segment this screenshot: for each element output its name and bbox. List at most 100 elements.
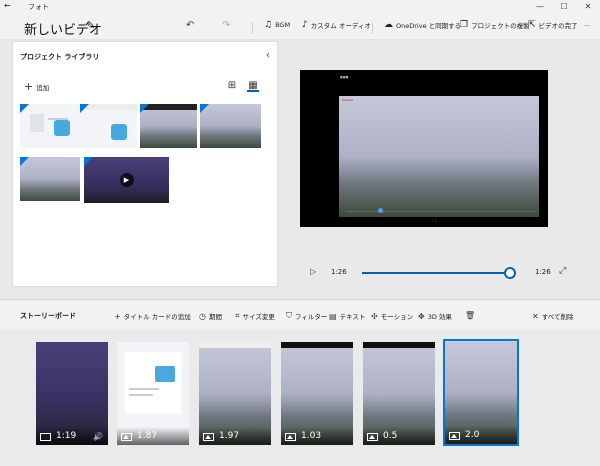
app-name: フォト bbox=[28, 3, 49, 11]
used-marker-icon bbox=[84, 157, 93, 166]
preview-header-strip: ■■■ bbox=[340, 75, 349, 79]
chevron-left-icon[interactable]: ‹ bbox=[266, 50, 270, 61]
clip-duration: 1.97 bbox=[219, 431, 240, 441]
library-item[interactable] bbox=[20, 104, 80, 148]
preview-progress bbox=[346, 211, 536, 212]
used-marker-icon bbox=[200, 104, 209, 113]
resize-icon: ⌗ bbox=[235, 311, 240, 320]
storyboard-clip[interactable]: 0.5 bbox=[363, 342, 435, 445]
library-item[interactable] bbox=[80, 104, 137, 148]
toolbar: 新しいビデオ ✎ ↶ ↷ ♫ BGM ♪ カスタム オーディオ ☁ OneDrive … bbox=[0, 14, 600, 40]
text-icon: ▤ bbox=[329, 311, 337, 321]
storyboard-clip[interactable]: 1.03 bbox=[281, 342, 353, 445]
used-marker-icon bbox=[20, 104, 29, 113]
doc-graphic bbox=[155, 366, 175, 382]
maximize-icon[interactable]: ☐ bbox=[552, 0, 576, 14]
duplicate-project-button[interactable]: ❐ プロジェクトの複製 bbox=[460, 20, 530, 30]
audio-person-icon: ♪ bbox=[302, 20, 308, 30]
pencil-icon[interactable]: ✎ bbox=[86, 19, 95, 32]
storyboard-clip[interactable]: 1.87 bbox=[117, 342, 189, 445]
onedrive-sync-button[interactable]: ☁ OneDrive と同期する bbox=[384, 20, 461, 30]
plus-icon: + bbox=[24, 80, 34, 93]
used-marker-icon bbox=[80, 104, 89, 113]
add-title-card-button[interactable]: + タイトル カードの追加 bbox=[114, 311, 191, 322]
redo-icon[interactable]: ↷ bbox=[222, 20, 230, 31]
close-icon[interactable]: ✕ bbox=[576, 0, 600, 14]
storyboard-toolbar: ストーリーボード + タイトル カードの追加 ◷ 期間 ⌗ サイズ変更 ⛉ フィルター … bbox=[0, 300, 600, 330]
doc-block bbox=[30, 114, 44, 132]
preview-red-text: ▬▬▬▬ bbox=[342, 98, 354, 102]
back-arrow-icon[interactable]: ← bbox=[4, 1, 11, 10]
doc-graphic bbox=[111, 124, 127, 140]
plus-icon: + bbox=[114, 311, 121, 321]
player-controls: ▷ 1:26 1:26 ⤢ bbox=[300, 264, 580, 282]
fullscreen-icon[interactable]: ⤢ bbox=[559, 266, 566, 276]
cloud-icon: ☁ bbox=[384, 20, 393, 30]
toolbar-divider bbox=[372, 22, 373, 34]
small-grid-view-icon[interactable]: ▦ bbox=[247, 80, 259, 92]
undo-icon[interactable]: ↶ bbox=[186, 20, 194, 31]
library-item[interactable]: ▶ bbox=[84, 157, 169, 203]
play-icon: ▶ bbox=[119, 173, 134, 187]
motion-button[interactable]: ✣ モーション bbox=[371, 311, 413, 322]
motion-icon: ✣ bbox=[371, 311, 378, 321]
finish-video-button[interactable]: ⇱ ビデオの完了 bbox=[528, 20, 578, 30]
bgm-button[interactable]: ♫ BGM bbox=[264, 20, 290, 30]
play-icon[interactable]: ▷ bbox=[310, 267, 316, 276]
3d-effects-button[interactable]: ✥ 3D 効果 bbox=[418, 311, 452, 322]
doc-graphic bbox=[54, 120, 70, 136]
preview-pager: ‹ › bbox=[432, 218, 437, 223]
video-bar bbox=[281, 342, 353, 348]
preview-progress-dot bbox=[378, 208, 383, 213]
music-note-icon: ♫ bbox=[264, 20, 273, 30]
trash-icon: 🗑 bbox=[465, 311, 476, 320]
more-button[interactable]: ... bbox=[584, 20, 590, 28]
used-marker-icon bbox=[20, 157, 29, 166]
storyboard-clip[interactable]: 1.97 bbox=[199, 342, 271, 445]
image-icon bbox=[121, 433, 132, 441]
video-preview[interactable]: ■■■ ▬▬▬▬ ‹ › bbox=[300, 70, 548, 227]
clip-duration: 1:19 bbox=[56, 431, 77, 441]
clip-duration: 0.5 bbox=[383, 431, 398, 441]
filters-button[interactable]: ⛉ フィルター bbox=[286, 311, 327, 321]
duration-button[interactable]: ◷ 期間 bbox=[199, 311, 222, 322]
video-bar bbox=[363, 342, 435, 348]
large-grid-view-icon[interactable]: ⊞ bbox=[226, 80, 238, 92]
video-icon bbox=[40, 433, 51, 441]
filter-icon: ⛉ bbox=[286, 311, 292, 320]
add-button[interactable]: + 追加 bbox=[24, 80, 49, 93]
remove-all-button[interactable]: ✕ すべて削除 bbox=[532, 311, 574, 322]
resize-button[interactable]: ⌗ サイズ変更 bbox=[235, 311, 275, 321]
custom-audio-button[interactable]: ♪ カスタム オーディオ bbox=[302, 20, 371, 30]
doc-line bbox=[129, 394, 153, 396]
screenshot-bar bbox=[199, 342, 271, 348]
doc-line bbox=[129, 388, 159, 390]
export-icon: ⇱ bbox=[528, 20, 536, 30]
image-icon bbox=[285, 433, 296, 441]
storyboard-clip[interactable]: 1:19 🔊 bbox=[36, 342, 108, 445]
seek-track[interactable] bbox=[362, 272, 510, 274]
close-icon: ✕ bbox=[532, 311, 539, 321]
storyboard-clips: 1:19 🔊 1.87 1.97 1.03 0.5 2.0 bbox=[0, 330, 600, 466]
title-bar: ← フォト — ☐ ✕ bbox=[0, 0, 600, 14]
volume-icon[interactable]: 🔊 bbox=[93, 432, 103, 441]
seek-thumb[interactable] bbox=[504, 267, 516, 279]
clip-duration: 1.87 bbox=[137, 431, 158, 441]
library-title: プロジェクト ライブラリ bbox=[20, 53, 100, 61]
end-time: 1:26 bbox=[535, 268, 551, 276]
project-library-panel: プロジェクト ライブラリ ‹ + 追加 ⊞ ▦ ▶ bbox=[13, 42, 277, 286]
library-item[interactable] bbox=[200, 104, 261, 148]
storyboard-clip-selected[interactable]: 2.0 bbox=[443, 339, 519, 446]
text-button[interactable]: ▤ テキスト bbox=[329, 311, 365, 322]
delete-button[interactable]: 🗑 bbox=[465, 311, 475, 320]
image-icon bbox=[203, 433, 214, 441]
image-icon bbox=[367, 433, 378, 441]
clip-duration: 2.0 bbox=[465, 430, 480, 440]
minimize-icon[interactable]: — bbox=[528, 0, 552, 14]
current-time: 1:26 bbox=[331, 268, 347, 276]
library-item[interactable] bbox=[140, 104, 197, 148]
toolbar-divider bbox=[252, 22, 253, 34]
clip-duration: 1.03 bbox=[301, 431, 322, 441]
library-item[interactable] bbox=[20, 157, 80, 201]
copy-icon: ❐ bbox=[460, 20, 469, 30]
